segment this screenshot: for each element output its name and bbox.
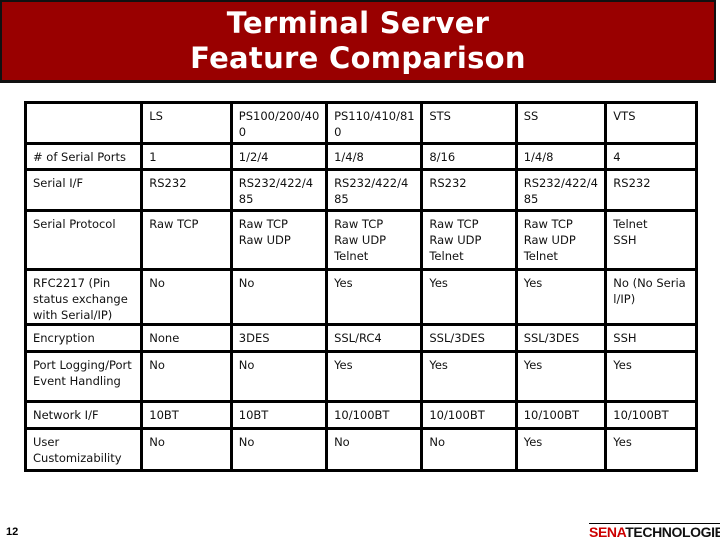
value-cell: Raw TCP Raw UDP Telnet xyxy=(325,209,424,271)
logo-brand: SENA xyxy=(589,524,626,540)
value-cell: No xyxy=(140,350,233,403)
page-number: 12 xyxy=(6,526,19,538)
value-cell: Yes xyxy=(514,427,608,472)
value-cell: SSL/3DES xyxy=(514,323,608,353)
value-cell: 1/4/8 xyxy=(514,142,608,171)
value-cell: Raw TCP xyxy=(140,209,233,271)
value-cell: Raw TCP Raw UDP Telnet xyxy=(420,209,518,271)
table-row: Encryption None 3DES SSL/RC4 SSL/3DES SSL/3DE… xyxy=(23,323,698,353)
value-cell: RS232 xyxy=(604,168,698,212)
value-cell: RS232/422/485 xyxy=(325,168,424,212)
value-cell: No (No Serial/IP) xyxy=(604,268,698,326)
value-cell: 1 xyxy=(140,142,233,171)
column-header: PS100/200/400 xyxy=(229,101,329,145)
value-cell: 10/100BT xyxy=(325,400,424,430)
logo-suffix: TECHNOLOGIES xyxy=(625,524,720,540)
value-cell: Yes xyxy=(514,268,608,326)
table-row: User Customizability No No No No Yes Yes xyxy=(23,427,698,472)
feature-label-cell: Port Logging/Port Event Handling xyxy=(23,350,144,403)
value-cell: RS232/422/485 xyxy=(514,168,608,212)
value-cell: No xyxy=(140,268,233,326)
feature-label-cell: # of Serial Ports xyxy=(23,142,144,171)
title-line-2: Feature Comparison xyxy=(190,41,526,75)
value-cell: 10/100BT xyxy=(514,400,608,430)
value-cell: SSL/RC4 xyxy=(325,323,424,353)
value-cell: Raw TCP Raw UDP xyxy=(229,209,329,271)
value-cell: RS232/422/485 xyxy=(229,168,329,212)
value-cell: Yes xyxy=(420,268,518,326)
value-cell: Yes xyxy=(420,350,518,403)
value-cell: 10BT xyxy=(229,400,329,430)
value-cell: Yes xyxy=(604,350,698,403)
value-cell: Yes xyxy=(325,268,424,326)
feature-label-cell: User Customizability xyxy=(23,427,144,472)
feature-label-cell: Serial I/F xyxy=(23,168,144,212)
feature-comparison-table: LS PS100/200/400 PS110/410/810 STS SS VTS # of… xyxy=(23,101,698,472)
value-cell: RS232 xyxy=(420,168,518,212)
value-cell: SSL/3DES xyxy=(420,323,518,353)
value-cell: No xyxy=(325,427,424,472)
value-cell: Yes xyxy=(325,350,424,403)
value-cell: SSH xyxy=(604,323,698,353)
column-header: SS xyxy=(514,101,608,145)
title-banner: Terminal Server Feature Comparison xyxy=(0,0,716,83)
value-cell: No xyxy=(229,427,329,472)
value-cell: 8/16 xyxy=(420,142,518,171)
header-row: LS PS100/200/400 PS110/410/810 STS SS VTS xyxy=(23,101,698,145)
feature-label-cell: Network I/F xyxy=(23,400,144,430)
table-row: Network I/F 10BT 10BT 10/100BT 10/100BT 10/10… xyxy=(23,400,698,430)
value-cell: Yes xyxy=(514,350,608,403)
table-row: # of Serial Ports 1 1/2/4 1/4/8 8/16 1/4/8 4 xyxy=(23,142,698,171)
sena-technologies-logo: SENATECHNOLOGIES xyxy=(589,523,720,539)
value-cell: 10BT xyxy=(140,400,233,430)
feature-label-cell: RFC2217 (Pin status exchange with Serial… xyxy=(23,268,144,326)
feature-label-cell: Serial Protocol xyxy=(23,209,144,271)
value-cell: 1/4/8 xyxy=(325,142,424,171)
value-cell: 10/100BT xyxy=(604,400,698,430)
title-line-1: Terminal Server xyxy=(226,6,490,40)
value-cell: Telnet SSH xyxy=(604,209,698,271)
value-cell: 10/100BT xyxy=(420,400,518,430)
table-row: Port Logging/Port Event Handling No No Yes Y… xyxy=(23,350,698,403)
value-cell: 3DES xyxy=(229,323,329,353)
table-row: RFC2217 (Pin status exchange with Serial… xyxy=(23,268,698,326)
value-cell: Yes xyxy=(604,427,698,472)
value-cell: No xyxy=(140,427,233,472)
column-header: PS110/410/810 xyxy=(325,101,424,145)
table-row: Serial I/F RS232 RS232/422/485 RS232/422/48… xyxy=(23,168,698,212)
value-cell: No xyxy=(229,268,329,326)
column-header: LS xyxy=(140,101,233,145)
header-corner-cell xyxy=(23,101,144,145)
value-cell: Raw TCP Raw UDP Telnet xyxy=(514,209,608,271)
column-header: STS xyxy=(420,101,518,145)
value-cell: 1/2/4 xyxy=(229,142,329,171)
value-cell: RS232 xyxy=(140,168,233,212)
value-cell: 4 xyxy=(604,142,698,171)
column-header: VTS xyxy=(604,101,698,145)
table-row: Serial Protocol Raw TCP Raw TCP Raw UDP Raw… xyxy=(23,209,698,271)
value-cell: None xyxy=(140,323,233,353)
value-cell: No xyxy=(229,350,329,403)
feature-label-cell: Encryption xyxy=(23,323,144,353)
value-cell: No xyxy=(420,427,518,472)
